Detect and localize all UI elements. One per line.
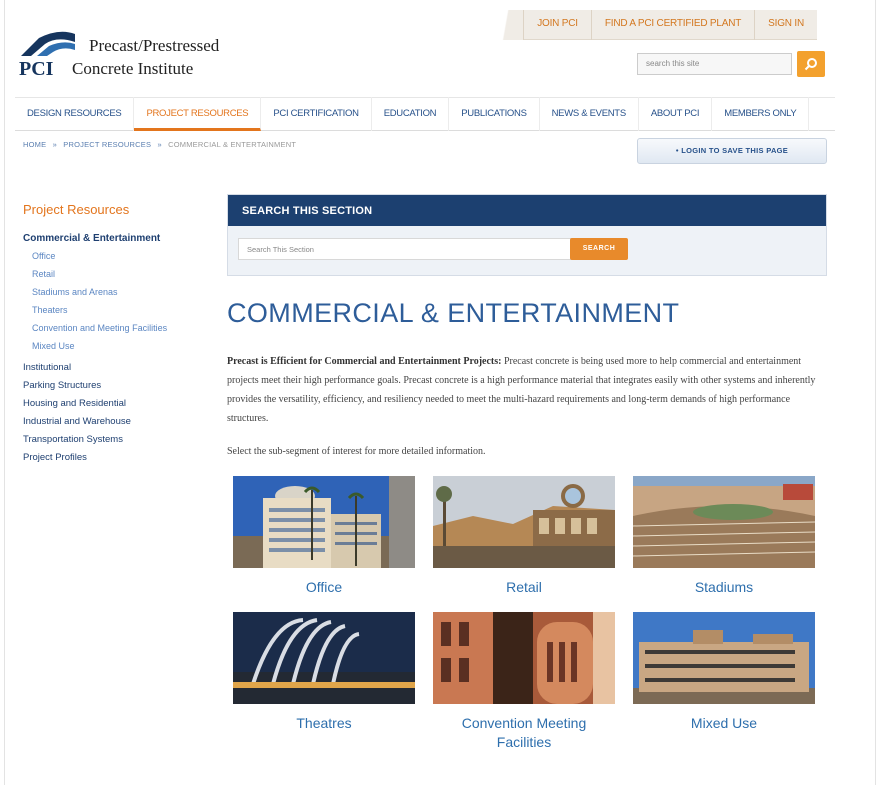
logo-pci: PCI <box>19 58 54 80</box>
theatres-photo[interactable] <box>233 612 415 704</box>
tile-office[interactable]: Office <box>233 476 415 597</box>
tile-label-office[interactable]: Office <box>233 578 415 597</box>
logo-text-line2: Concrete Institute <box>72 59 194 78</box>
tile-label-convention[interactable]: Convention Meeting Facilities <box>459 714 589 752</box>
nav-education[interactable]: EDUCATION <box>372 97 450 131</box>
site-search-button[interactable] <box>797 51 825 77</box>
nav-pci-certification[interactable]: PCI CERTIFICATION <box>261 97 372 131</box>
sidebar: Project Resources Commercial & Entertain… <box>23 202 203 470</box>
login-save-page-button[interactable]: • LOGIN TO SAVE THIS PAGE <box>637 138 827 164</box>
main-nav: DESIGN RESOURCES PROJECT RESOURCES PCI C… <box>15 97 835 131</box>
section-search-panel: SEARCH THIS SECTION Search This Section … <box>227 194 827 276</box>
sidebar-item-project-profiles[interactable]: Project Profiles <box>23 452 203 463</box>
breadcrumb-project-resources[interactable]: PROJECT RESOURCES <box>63 140 151 149</box>
section-search-heading: SEARCH THIS SECTION <box>228 195 826 226</box>
tile-label-theatres[interactable]: Theatres <box>233 714 415 733</box>
mixed-use-photo[interactable] <box>633 612 815 704</box>
tile-retail[interactable]: Retail <box>433 476 615 597</box>
find-plant-link[interactable]: FIND A PCI CERTIFIED PLANT <box>590 10 754 40</box>
join-pci-link[interactable]: JOIN PCI <box>523 10 591 40</box>
logo-mark-icon <box>21 31 75 56</box>
sidebar-item-commercial[interactable]: Commercial & Entertainment <box>23 233 203 244</box>
tile-label-retail[interactable]: Retail <box>433 578 615 597</box>
sidebar-subitem-stadiums[interactable]: Stadiums and Arenas <box>32 287 203 298</box>
tile-label-stadiums[interactable]: Stadiums <box>633 578 815 597</box>
nav-about-pci[interactable]: ABOUT PCI <box>639 97 713 131</box>
intro-lead: Precast is Efficient for Commercial and … <box>227 356 502 367</box>
stadiums-photo[interactable] <box>633 476 815 568</box>
breadcrumb: HOME » PROJECT RESOURCES » COMMERCIAL & … <box>23 140 300 149</box>
tile-theatres[interactable]: Theatres <box>233 612 415 733</box>
utility-nav: JOIN PCI FIND A PCI CERTIFIED PLANT SIGN… <box>523 10 817 40</box>
login-save-label: LOGIN TO SAVE THIS PAGE <box>681 146 789 155</box>
site-search-input[interactable]: search this site <box>637 53 792 75</box>
logo-text-line1: Precast/Prestressed <box>89 36 220 55</box>
select-instruction: Select the sub-segment of interest for m… <box>227 446 486 457</box>
breadcrumb-separator: » <box>157 140 162 149</box>
sidebar-subitem-convention[interactable]: Convention and Meeting Facilities <box>32 323 172 334</box>
nav-project-resources[interactable]: PROJECT RESOURCES <box>134 97 262 131</box>
sidebar-item-housing[interactable]: Housing and Residential <box>23 398 203 409</box>
sidebar-item-transportation[interactable]: Transportation Systems <box>23 434 203 445</box>
sidebar-subitem-theaters[interactable]: Theaters <box>32 305 203 316</box>
nav-publications[interactable]: PUBLICATIONS <box>449 97 540 131</box>
sidebar-subitem-mixed-use[interactable]: Mixed Use <box>32 341 203 352</box>
tile-label-mixed-use[interactable]: Mixed Use <box>633 714 815 733</box>
convention-photo[interactable] <box>433 612 615 704</box>
breadcrumb-home[interactable]: HOME <box>23 140 46 149</box>
tile-mixed-use[interactable]: Mixed Use <box>633 612 815 733</box>
retail-photo[interactable] <box>433 476 615 568</box>
section-search-input[interactable]: Search This Section <box>238 238 588 260</box>
breadcrumb-current: COMMERCIAL & ENTERTAINMENT <box>168 140 297 149</box>
tile-stadiums[interactable]: Stadiums <box>633 476 815 597</box>
nav-news-events[interactable]: NEWS & EVENTS <box>540 97 639 131</box>
sidebar-item-industrial[interactable]: Industrial and Warehouse <box>23 416 203 427</box>
sidebar-title[interactable]: Project Resources <box>23 202 203 217</box>
tile-convention[interactable]: Convention Meeting Facilities <box>433 612 615 752</box>
nav-members-only[interactable]: MEMBERS ONLY <box>712 97 810 131</box>
page-frame: JOIN PCI FIND A PCI CERTIFIED PLANT SIGN… <box>4 0 876 785</box>
sidebar-subitem-retail[interactable]: Retail <box>32 269 203 280</box>
pci-logo[interactable]: Precast/Prestressed PCI Concrete Institu… <box>19 28 259 80</box>
sidebar-item-institutional[interactable]: Institutional <box>23 362 203 373</box>
page-title: COMMERCIAL & ENTERTAINMENT <box>227 298 680 328</box>
section-search-button[interactable]: SEARCH <box>570 238 628 260</box>
search-icon <box>804 58 817 71</box>
nav-design-resources[interactable]: DESIGN RESOURCES <box>15 97 135 131</box>
sign-in-link[interactable]: SIGN IN <box>754 10 817 40</box>
intro-paragraph: Precast is Efficient for Commercial and … <box>227 352 827 428</box>
office-photo[interactable] <box>233 476 415 568</box>
sidebar-item-parking[interactable]: Parking Structures <box>23 380 203 391</box>
sidebar-subitem-office[interactable]: Office <box>32 251 203 262</box>
breadcrumb-separator: » <box>52 140 57 149</box>
